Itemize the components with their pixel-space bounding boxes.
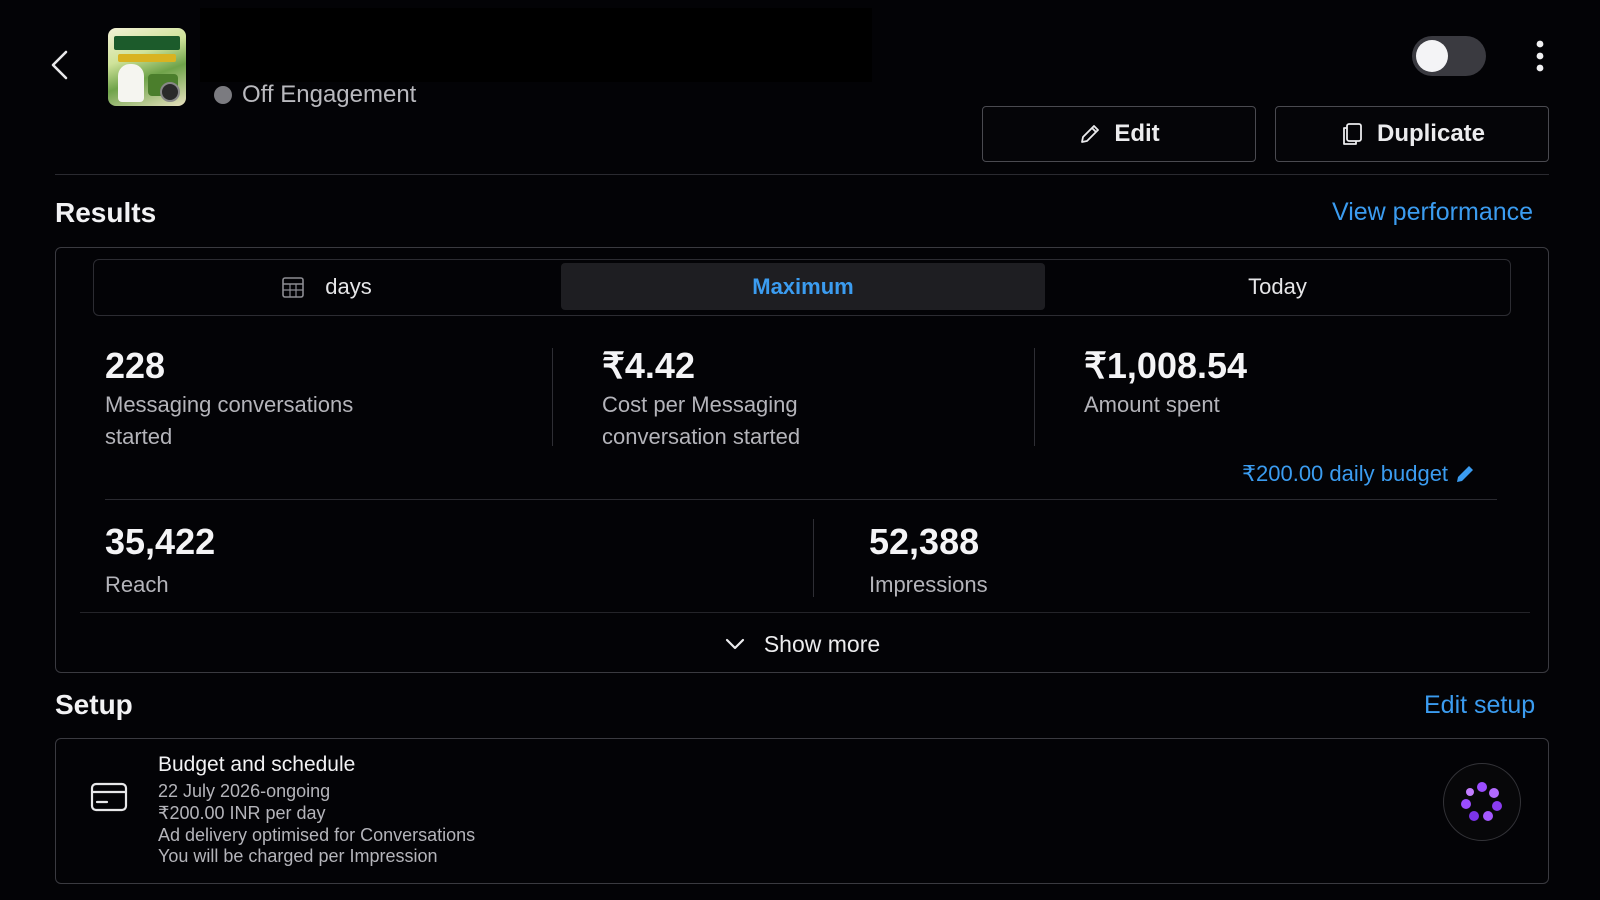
tab-maximum[interactable]: Maximum <box>561 263 1045 310</box>
metric-value: ₹1,008.54 <box>1084 345 1248 386</box>
metric-label: Impressions <box>869 572 988 597</box>
edit-setup-link[interactable]: Edit setup <box>1424 691 1535 720</box>
metric-conversations: 228 Messaging conversations started <box>105 345 353 453</box>
schedule-dates: 22 July 2026-ongoing <box>158 781 331 801</box>
copy-icon <box>1343 123 1362 145</box>
header-divider <box>55 174 1549 175</box>
duplicate-label: Duplicate <box>1376 120 1486 147</box>
metric-impressions: 52,388 Impressions <box>869 521 988 601</box>
date-range-selector: days Maximum Today <box>93 259 1511 316</box>
metric-value: 35,422 <box>105 521 216 562</box>
budget-schedule-heading: Budget and schedule <box>158 753 356 776</box>
campaign-toggle[interactable] <box>1412 36 1486 76</box>
metric-divider <box>552 348 553 446</box>
metric-label: Cost per Messaging <box>602 392 798 417</box>
meta-ai-icon <box>1461 782 1502 821</box>
calendar-icon <box>282 277 305 298</box>
metric-cost-per-conversation: ₹4.42 Cost per Messaging conversation st… <box>602 345 800 453</box>
view-performance-link[interactable]: View performance <box>1332 198 1533 227</box>
tab-today[interactable]: Today <box>1045 260 1510 314</box>
campaign-status: Off Engagement <box>242 81 417 108</box>
metric-amount-spent: ₹1,008.54 Amount spent <box>1084 345 1247 421</box>
metric-label-2: conversation started <box>602 424 801 449</box>
results-title: Results <box>55 197 157 228</box>
metric-divider <box>1034 348 1035 446</box>
credit-card-icon <box>90 782 128 812</box>
daily-budget-label: ₹200.00 daily budget <box>1242 461 1449 486</box>
metric-reach: 35,422 Reach <box>105 521 215 601</box>
charge-basis: You will be charged per Impression <box>158 846 438 866</box>
show-more-divider <box>80 612 1530 613</box>
metric-divider <box>813 519 814 597</box>
pencil-icon <box>1457 466 1474 482</box>
show-more-button[interactable]: Show more <box>55 616 1549 672</box>
meta-ai-button[interactable] <box>1443 763 1521 841</box>
toggle-knob <box>1416 40 1448 72</box>
tab-days-label: days <box>325 274 372 299</box>
chevron-down-icon <box>725 638 744 650</box>
daily-budget-link[interactable]: ₹200.00 daily budget <box>1242 461 1476 487</box>
tab-days[interactable]: days <box>94 260 559 314</box>
more-vertical-icon[interactable] <box>1532 38 1548 74</box>
ad-thumbnail <box>108 28 186 106</box>
metrics-divider <box>105 499 1497 500</box>
metric-label: Messaging conversations <box>105 392 354 417</box>
redacted-campaign-name <box>200 8 872 82</box>
metric-label-2: started <box>105 424 173 449</box>
status-dot <box>214 86 232 104</box>
duplicate-button[interactable]: Duplicate <box>1275 106 1549 162</box>
edit-label: Edit <box>1114 120 1160 147</box>
pencil-icon <box>1081 125 1100 143</box>
setup-title: Setup <box>55 689 133 720</box>
metric-label: Reach <box>105 572 169 597</box>
edit-button[interactable]: Edit <box>982 106 1256 162</box>
metric-value: 228 <box>105 345 166 386</box>
show-more-label: Show more <box>763 630 881 657</box>
metric-value: 52,388 <box>869 521 980 562</box>
budget-per-day: ₹200.00 INR per day <box>158 803 326 823</box>
back-chevron-icon[interactable] <box>46 48 74 82</box>
delivery-optimisation: Ad delivery optimised for Conversations <box>158 825 476 845</box>
metric-value: ₹4.42 <box>602 345 695 386</box>
metric-label: Amount spent <box>1084 392 1220 417</box>
